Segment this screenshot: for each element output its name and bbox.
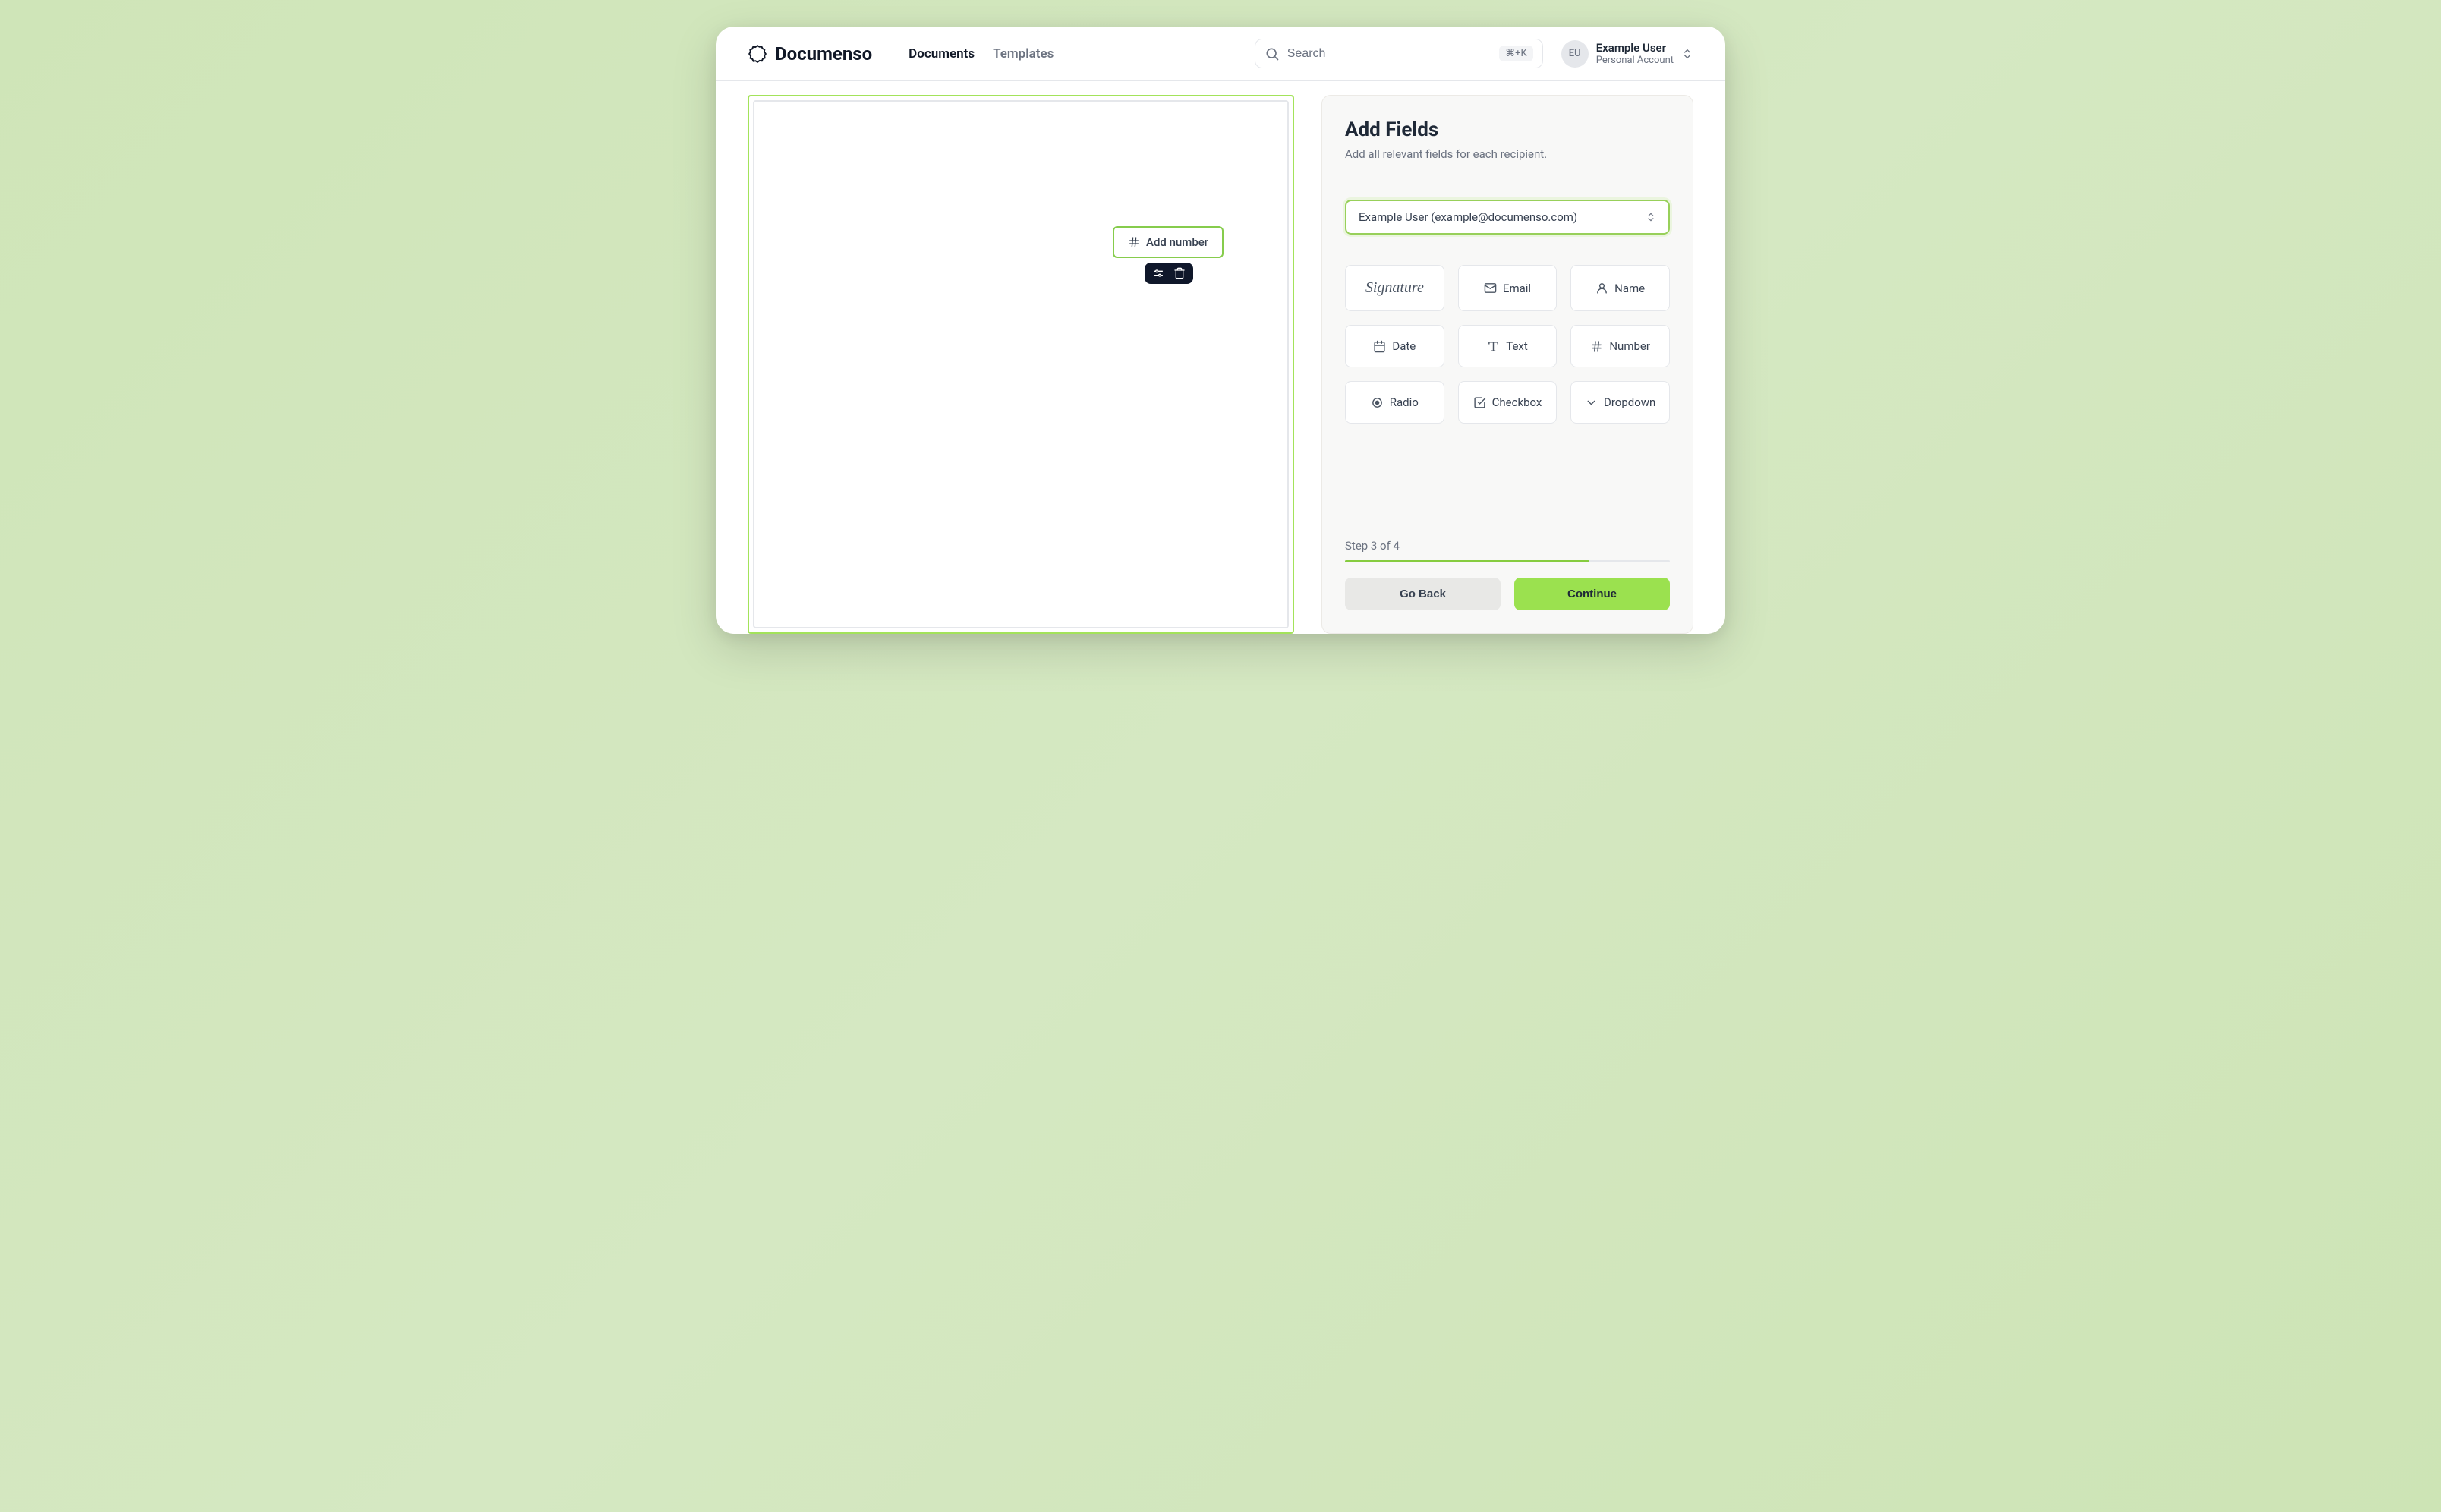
field-label: Checkbox [1492,395,1542,409]
account-name: Example User [1596,41,1674,55]
field-name[interactable]: Name [1570,265,1670,311]
account-menu[interactable]: EU Example User Personal Account [1561,40,1693,68]
continue-button[interactable]: Continue [1514,578,1670,610]
radio-icon [1371,396,1384,409]
chevron-updown-icon [1681,48,1693,60]
field-radio[interactable]: Radio [1345,381,1444,424]
progress-fill [1345,560,1589,562]
field-grid: Signature Email Na [1345,265,1670,424]
field-label: Dropdown [1604,395,1655,409]
content: Add number [716,81,1725,634]
recipient-label: Example User (example@documenso.com) [1359,210,1577,224]
search-input[interactable] [1287,47,1491,61]
search-box[interactable]: ⌘+K [1255,39,1543,68]
app-window: Documenso Documents Templates ⌘+K EU Exa… [716,27,1725,634]
document-canvas[interactable]: Add number [753,100,1289,628]
nav-templates[interactable]: Templates [993,46,1054,61]
field-label: Date [1392,339,1416,353]
field-dropdown[interactable]: Dropdown [1570,381,1670,424]
search-icon [1265,46,1280,61]
field-email[interactable]: Email [1458,265,1558,311]
account-text: Example User Personal Account [1596,41,1674,67]
trash-icon[interactable] [1173,267,1186,279]
user-icon [1595,282,1608,295]
field-number[interactable]: Number [1570,325,1670,367]
nav-documents[interactable]: Documents [909,46,975,61]
sidebar-panel: Add Fields Add all relevant fields for e… [1321,95,1693,634]
placed-field-number[interactable]: Add number [1113,226,1224,258]
field-signature[interactable]: Signature [1345,265,1444,311]
chevron-down-icon [1585,396,1598,409]
mail-icon [1484,282,1497,295]
type-icon [1487,340,1500,353]
settings-icon[interactable] [1152,267,1164,279]
field-date[interactable]: Date [1345,325,1444,367]
field-checkbox[interactable]: Checkbox [1458,381,1558,424]
recipient-select[interactable]: Example User (example@documenso.com) [1345,200,1670,235]
progress-bar [1345,560,1670,562]
search-shortcut: ⌘+K [1499,46,1533,61]
go-back-button[interactable]: Go Back [1345,578,1501,610]
hash-icon [1590,340,1603,353]
avatar: EU [1561,40,1589,68]
field-text[interactable]: Text [1458,325,1558,367]
panel-bottom: Step 3 of 4 Go Back Continue [1345,518,1670,610]
brand-name: Documenso [775,43,872,65]
field-label: Radio [1390,395,1419,409]
placed-field-label: Add number [1146,235,1208,249]
hash-icon [1128,236,1140,248]
field-label: Text [1506,339,1528,353]
field-label: Signature [1365,279,1424,297]
logo-icon [748,44,767,64]
field-toolbar [1145,263,1193,284]
main-nav: Documents Templates [909,46,1054,61]
document-area[interactable]: Add number [748,95,1294,634]
chevron-updown-icon [1646,212,1656,222]
panel-title: Add Fields [1345,118,1670,141]
button-row: Go Back Continue [1345,578,1670,610]
field-label: Email [1503,282,1531,295]
field-label: Number [1609,339,1650,353]
header: Documenso Documents Templates ⌘+K EU Exa… [716,27,1725,81]
panel-subtitle: Add all relevant fields for each recipie… [1345,147,1670,161]
checkbox-icon [1473,396,1486,409]
step-label: Step 3 of 4 [1345,539,1670,553]
brand-logo[interactable]: Documenso [748,43,872,65]
field-label: Name [1614,282,1645,295]
account-type: Personal Account [1596,55,1674,67]
calendar-icon [1373,340,1386,353]
